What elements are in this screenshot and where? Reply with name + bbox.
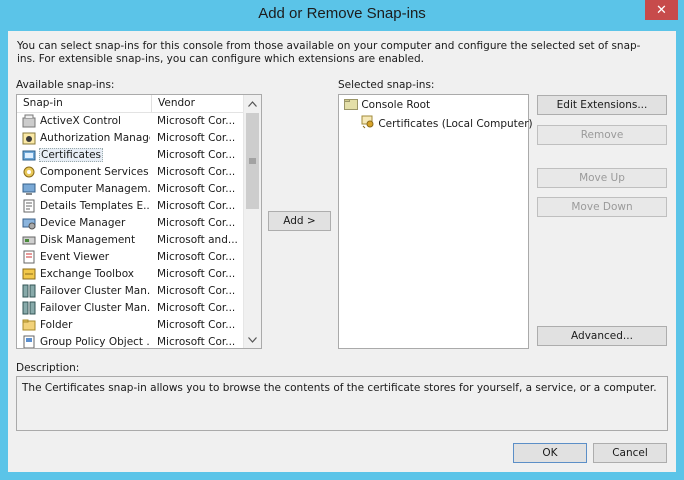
- snapin-name: Folder: [40, 319, 73, 331]
- window-title: Add or Remove Snap-ins: [258, 5, 426, 22]
- snapin-name: Failover Cluster Man...: [40, 285, 150, 297]
- snapin-row[interactable]: Failover Cluster Man... Microsoft Cor...: [17, 283, 245, 300]
- failover-cluster-icon: [22, 284, 36, 298]
- folder-icon: [344, 99, 358, 110]
- failover-cluster-icon: [22, 301, 36, 315]
- disk-management-icon: [22, 236, 36, 245]
- chevron-up-icon: [248, 100, 257, 107]
- close-button[interactable]: ✕: [645, 0, 678, 20]
- snapin-vendor: Microsoft Cor...: [157, 115, 236, 127]
- snapin-vendor: Microsoft Cor...: [157, 132, 236, 144]
- column-divider[interactable]: [151, 95, 152, 112]
- snapin-vendor: Microsoft Cor...: [157, 251, 236, 263]
- close-icon: ✕: [656, 2, 667, 18]
- authorization-icon: [22, 132, 36, 145]
- intro-text: You can select snap-ins for this console…: [17, 40, 641, 65]
- component-services-icon: [23, 166, 35, 178]
- edit-extensions-button[interactable]: Edit Extensions...: [537, 95, 667, 115]
- column-header-snapin[interactable]: Snap-in: [23, 97, 63, 109]
- snapin-name: Exchange Toolbox: [40, 268, 135, 280]
- snapin-row[interactable]: Details Templates E... Microsoft Cor...: [17, 198, 245, 215]
- computer-management-icon: [22, 183, 36, 195]
- group-policy-icon: [23, 335, 35, 348]
- tree-node-console-root[interactable]: Console Root: [344, 98, 430, 111]
- details-templates-icon: [23, 199, 35, 213]
- snapin-name: Group Policy Object ...: [40, 336, 150, 348]
- snapin-vendor: Microsoft and...: [157, 234, 238, 246]
- certificates-icon: [22, 150, 36, 161]
- certificates-icon: [361, 115, 374, 129]
- add-button[interactable]: Add >: [268, 211, 331, 231]
- snapin-row[interactable]: Component Services Microsoft Cor...: [17, 164, 245, 181]
- snapin-vendor: Microsoft Cor...: [157, 166, 236, 178]
- grip-icon: [249, 158, 256, 164]
- snapin-name: ActiveX Control: [40, 115, 121, 127]
- snapin-vendor: Microsoft Cor...: [157, 268, 236, 280]
- selected-snapins-tree[interactable]: Console Root Certificates (Local Compute…: [338, 94, 533, 349]
- snapin-row[interactable]: Computer Managem... Microsoft Cor...: [17, 181, 245, 198]
- activex-icon: [22, 114, 36, 128]
- snapin-vendor: Microsoft Cor...: [157, 285, 236, 297]
- tree-node-certificates[interactable]: Certificates (Local Computer): [361, 115, 533, 130]
- available-snapins-list[interactable]: Snap-in Vendor ActiveX Control Microsoft …: [16, 94, 262, 349]
- advanced-button[interactable]: Advanced...: [537, 326, 667, 346]
- selected-snapins-label: Selected snap-ins:: [338, 79, 435, 91]
- snapin-row[interactable]: Folder Microsoft Cor...: [17, 317, 245, 334]
- remove-button[interactable]: Remove: [537, 125, 667, 145]
- snapin-name: Certificates: [39, 148, 104, 162]
- snapin-row[interactable]: Exchange Toolbox Microsoft Cor...: [17, 266, 245, 283]
- snapin-vendor: Microsoft Cor...: [157, 302, 236, 314]
- snapin-row[interactable]: ActiveX Control Microsoft Cor...: [17, 113, 245, 130]
- description-text: The Certificates snap-in allows you to b…: [22, 382, 657, 394]
- title-bar[interactable]: Add or Remove Snap-ins ✕: [0, 0, 684, 30]
- dialog-client: You can select snap-ins for this console…: [8, 31, 676, 472]
- snapin-name: Device Manager: [40, 217, 126, 229]
- snapin-rows: ActiveX Control Microsoft Cor... Authoriza…: [17, 113, 245, 348]
- snapin-name: Computer Managem...: [40, 183, 150, 195]
- snapin-name: Details Templates E...: [40, 200, 150, 212]
- scroll-thumb[interactable]: [246, 113, 259, 209]
- snapin-row[interactable]: Authorization Manager Microsoft Cor...: [17, 130, 245, 147]
- available-snapins-label: Available snap-ins:: [16, 79, 115, 91]
- snapin-name: Disk Management: [40, 234, 136, 246]
- move-up-button[interactable]: Move Up: [537, 168, 667, 188]
- event-viewer-icon: [23, 250, 35, 264]
- list-header: Snap-in Vendor: [17, 95, 245, 113]
- dialog-window: Add or Remove Snap-ins ✕ You can select …: [0, 0, 684, 480]
- device-manager-icon: [22, 218, 36, 230]
- snapin-vendor: Microsoft Cor...: [157, 217, 236, 229]
- column-header-vendor[interactable]: Vendor: [158, 97, 195, 109]
- scroll-down-button[interactable]: [244, 331, 261, 348]
- snapin-vendor: Microsoft Cor...: [157, 336, 236, 348]
- chevron-down-icon: [248, 336, 257, 343]
- description-label: Description:: [16, 362, 80, 374]
- snapin-row[interactable]: Disk Management Microsoft and...: [17, 232, 245, 249]
- snapin-name: Event Viewer: [40, 251, 110, 263]
- snapin-name: Component Services: [40, 166, 149, 178]
- description-box: The Certificates snap-in allows you to b…: [16, 376, 668, 431]
- snapin-vendor: Microsoft Cor...: [157, 200, 236, 212]
- ok-button[interactable]: OK: [513, 443, 587, 463]
- scroll-up-button[interactable]: [244, 95, 261, 112]
- tree-node-label: Certificates (Local Computer): [378, 118, 533, 130]
- snapin-vendor: Microsoft Cor...: [157, 149, 236, 161]
- snapin-name: Authorization Manager: [40, 132, 150, 144]
- snapin-row[interactable]: Device Manager Microsoft Cor...: [17, 215, 245, 232]
- cancel-button[interactable]: Cancel: [593, 443, 667, 463]
- folder-icon: [22, 319, 36, 331]
- snapin-vendor: Microsoft Cor...: [157, 319, 236, 331]
- vertical-scrollbar[interactable]: [243, 95, 261, 348]
- snapin-row[interactable]: Certificates Microsoft Cor...: [17, 147, 245, 164]
- snapin-row[interactable]: Group Policy Object ... Microsoft Cor...: [17, 334, 245, 348]
- move-down-button[interactable]: Move Down: [537, 197, 667, 217]
- snapin-name: Failover Cluster Man...: [40, 302, 150, 314]
- snapin-vendor: Microsoft Cor...: [157, 183, 236, 195]
- snapin-row[interactable]: Failover Cluster Man... Microsoft Cor...: [17, 300, 245, 317]
- snapin-row[interactable]: Event Viewer Microsoft Cor...: [17, 249, 245, 266]
- exchange-toolbox-icon: [22, 268, 36, 280]
- tree-node-label: Console Root: [361, 99, 431, 111]
